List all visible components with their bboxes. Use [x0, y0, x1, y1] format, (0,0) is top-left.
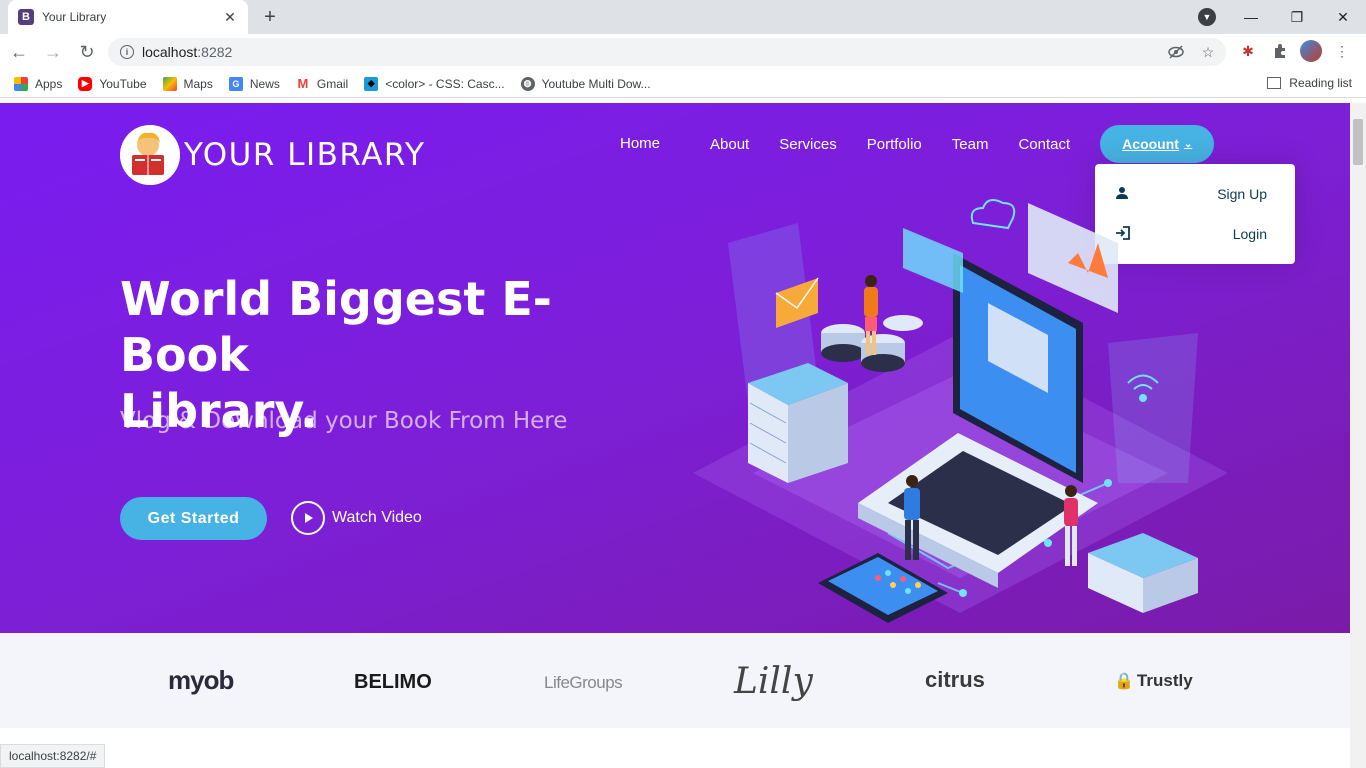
bookmark-youtube-downloader[interactable]: ◍ Youtube Multi Dow...	[520, 76, 651, 91]
hero-section: YOUR LIBRARY Home About Services Portfol…	[0, 103, 1350, 633]
bookmark-label: Gmail	[316, 76, 349, 91]
status-bar-url: localhost:8282/#	[0, 744, 106, 768]
gmail-icon: M	[295, 76, 310, 91]
new-tab-icon[interactable]: +	[258, 6, 282, 28]
close-window-icon[interactable]: ✕	[1320, 0, 1366, 34]
bookmark-label: Maps	[183, 76, 213, 91]
chevron-down-icon: ⌄	[1183, 138, 1193, 150]
main-nav: Home About Services Portfolio Team Conta…	[620, 125, 1215, 163]
globe-icon: ◍	[520, 76, 535, 91]
apps-grid-icon	[14, 76, 28, 91]
bookmark-label: Youtube Multi Dow...	[541, 76, 651, 91]
reload-icon[interactable]: ↻	[72, 37, 102, 67]
clients-section: myob BELIMO LifeGroups Lilly citrus 🔒 Tr…	[0, 633, 1350, 728]
bookmark-news[interactable]: G News	[228, 76, 280, 91]
nav-contact[interactable]: Contact	[1018, 136, 1070, 153]
address-bar[interactable]: i localhost:8282 ☆	[108, 38, 1226, 66]
bookmark-apps[interactable]: Apps	[14, 76, 63, 91]
info-icon[interactable]: i	[120, 45, 134, 59]
nav-home[interactable]: Home	[620, 135, 660, 152]
nav-portfolio[interactable]: Portfolio	[867, 136, 922, 153]
nav-about[interactable]: About	[710, 136, 749, 153]
account-dropdown-button[interactable]: Acoount ⌄	[1100, 125, 1215, 163]
client-name: citrus	[925, 667, 985, 692]
reader-mascot-icon	[120, 125, 180, 185]
logo-text: YOUR LIBRARY	[184, 137, 426, 173]
client-logo-belimo: BELIMO	[354, 671, 432, 694]
bookmark-star-icon[interactable]: ☆	[1198, 42, 1218, 62]
hero-subtitle: Vlog & Download your Book From Here	[120, 408, 568, 434]
bookmark-label: Apps	[35, 76, 63, 91]
browser-tab[interactable]: B Your Library ✕	[8, 0, 248, 34]
url-port: :8282	[197, 44, 233, 60]
back-icon[interactable]: ←	[4, 37, 34, 67]
page-scrollbar[interactable]	[1350, 103, 1366, 768]
news-icon: G	[228, 76, 243, 91]
client-logo-trustly: 🔒 Trustly	[1114, 671, 1193, 691]
bookmarks-bar: Apps ▶ YouTube Maps G News M Gmail ◆ <co…	[0, 70, 1366, 98]
hero-illustration	[688, 183, 1233, 633]
login-label: Login	[1232, 226, 1267, 242]
client-name: BELIMO	[354, 671, 432, 693]
browser-toolbar: ← → ↻ i localhost:8282 ☆ ✱ ⋮	[0, 34, 1366, 70]
eye-off-icon[interactable]	[1166, 42, 1186, 62]
client-name: Trustly	[1136, 671, 1193, 690]
bookmark-youtube[interactable]: ▶ YouTube	[78, 76, 147, 91]
tab-search-icon[interactable]: ▼	[1198, 8, 1216, 26]
client-logo-lifegroups: LifeGroups	[544, 673, 623, 693]
bootstrap-favicon-icon: B	[18, 9, 34, 25]
tab-title: Your Library	[42, 10, 107, 24]
play-icon	[291, 501, 325, 535]
bookmark-gmail[interactable]: M Gmail	[295, 76, 349, 91]
client-logo-lilly: Lilly	[734, 661, 813, 702]
browser-tab-bar: B Your Library ✕ + ▼ — ❐ ✕	[0, 0, 1366, 34]
extensions-puzzle-icon[interactable]	[1268, 39, 1292, 63]
forward-icon[interactable]: →	[38, 37, 68, 67]
restore-icon[interactable]: ❐	[1274, 0, 1320, 34]
client-name: Lilly	[734, 661, 813, 702]
reading-list-label: Reading list	[1289, 76, 1352, 90]
minimize-icon[interactable]: —	[1228, 0, 1274, 34]
maps-icon	[162, 76, 177, 91]
bookmark-maps[interactable]: Maps	[162, 76, 213, 91]
account-label: Acoount	[1122, 136, 1179, 152]
url-host: localhost	[142, 44, 198, 60]
page-viewport: YOUR LIBRARY Home About Services Portfol…	[0, 103, 1350, 768]
watch-video-button[interactable]: Watch Video	[291, 501, 422, 535]
client-name: LifeGroups	[544, 673, 623, 692]
tab-close-icon[interactable]: ✕	[222, 9, 238, 26]
client-name: myob	[168, 665, 234, 695]
reading-list-button[interactable]: Reading list	[1267, 76, 1352, 90]
bug-extension-icon[interactable]: ✱	[1236, 39, 1260, 63]
get-started-button[interactable]: Get Started	[120, 497, 267, 540]
client-logo-myob: myob	[168, 665, 234, 696]
hero-title-line1: World Biggest E-Book	[120, 272, 552, 382]
bookmark-label: YouTube	[99, 76, 147, 91]
bookmark-css-color[interactable]: ◆ <color> - CSS: Casc...	[364, 76, 505, 91]
reading-list-icon	[1267, 77, 1282, 89]
lock-icon: 🔒	[1114, 673, 1134, 690]
menu-kebab-icon[interactable]: ⋮	[1330, 39, 1354, 63]
profile-avatar[interactable]	[1300, 40, 1322, 62]
mdn-icon: ◆	[364, 76, 379, 91]
youtube-icon: ▶	[78, 76, 93, 91]
watch-video-label: Watch Video	[332, 509, 422, 526]
nav-team[interactable]: Team	[952, 136, 989, 153]
nav-services[interactable]: Services	[779, 136, 837, 153]
client-logo-citrus: citrus	[925, 667, 985, 693]
site-logo[interactable]: YOUR LIBRARY	[120, 125, 425, 185]
scroll-thumb[interactable]	[1353, 119, 1363, 165]
bookmark-label: <color> - CSS: Casc...	[385, 76, 505, 91]
window-controls: — ❐ ✕	[1228, 0, 1366, 34]
bookmark-label: News	[249, 76, 280, 91]
